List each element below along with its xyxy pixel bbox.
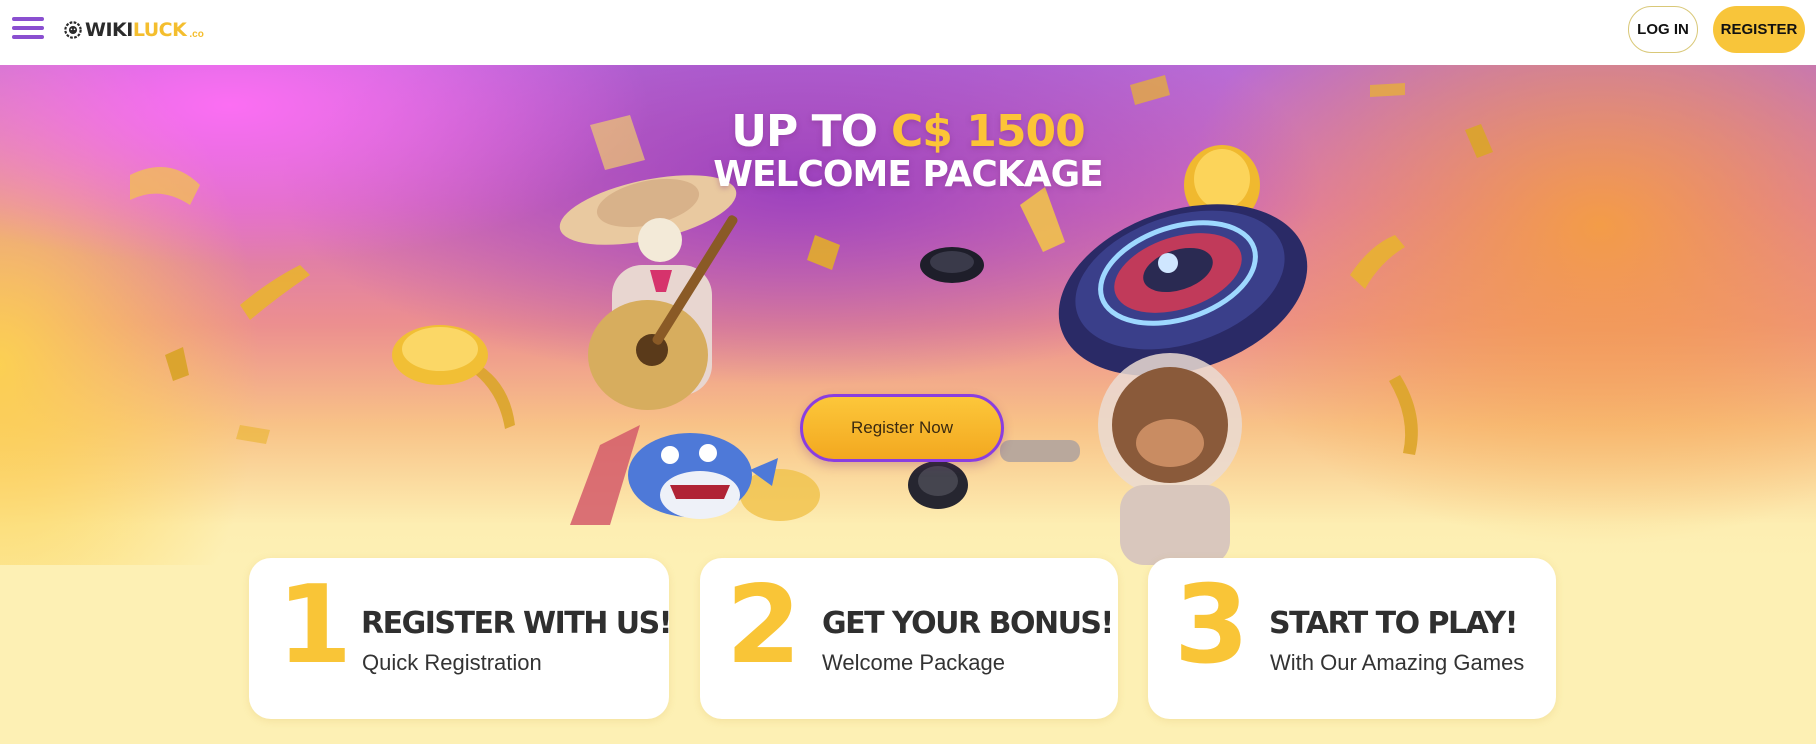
astronaut-monkey-illustration bbox=[1000, 353, 1242, 565]
hero-banner: UP TO C$ 1500 WELCOME PACKAGE Register No… bbox=[0, 65, 1816, 565]
step-title: GET YOUR BONUS! bbox=[822, 606, 1114, 641]
hamburger-menu-icon[interactable] bbox=[12, 17, 44, 41]
site-logo[interactable]: WIKILUCK .co bbox=[64, 16, 204, 44]
logo-text-luck: LUCK bbox=[132, 19, 187, 41]
step-subtitle: Quick Registration bbox=[362, 650, 542, 675]
step-title: REGISTER WITH US! bbox=[361, 606, 672, 641]
register-button[interactable]: REGISTER bbox=[1713, 6, 1805, 53]
bonus-amount: C$ 1500 bbox=[891, 106, 1086, 157]
step-title: START TO PLAY! bbox=[1269, 606, 1518, 641]
logo-text-wiki: WIKI bbox=[85, 19, 133, 41]
step-number: 2 bbox=[726, 563, 802, 688]
lion-logo-icon bbox=[64, 21, 82, 39]
step-number: 3 bbox=[1174, 563, 1250, 688]
hero-headline-prefix: UP TO bbox=[731, 106, 878, 157]
casino-chip-decoration bbox=[908, 247, 984, 509]
hero-subheadline: WELCOME PACKAGE bbox=[713, 154, 1103, 195]
step-number: 1 bbox=[277, 563, 353, 688]
register-now-button[interactable]: Register Now bbox=[800, 394, 1004, 462]
step-card-bonus: 2 GET YOUR BONUS! Welcome Package bbox=[700, 558, 1118, 719]
login-button[interactable]: LOG IN bbox=[1628, 6, 1698, 53]
logo-text-co: .co bbox=[189, 28, 204, 40]
step-subtitle: With Our Amazing Games bbox=[1270, 650, 1525, 675]
site-header: WIKILUCK .co LOG IN REGISTER bbox=[0, 0, 1816, 65]
step-card-play: 3 START TO PLAY! With Our Amazing Games bbox=[1148, 558, 1556, 719]
step-card-register: 1 REGISTER WITH US! Quick Registration bbox=[249, 558, 672, 719]
step-subtitle: Welcome Package bbox=[822, 650, 1006, 675]
hero-headline: UP TO C$ 1500 bbox=[0, 106, 1816, 157]
